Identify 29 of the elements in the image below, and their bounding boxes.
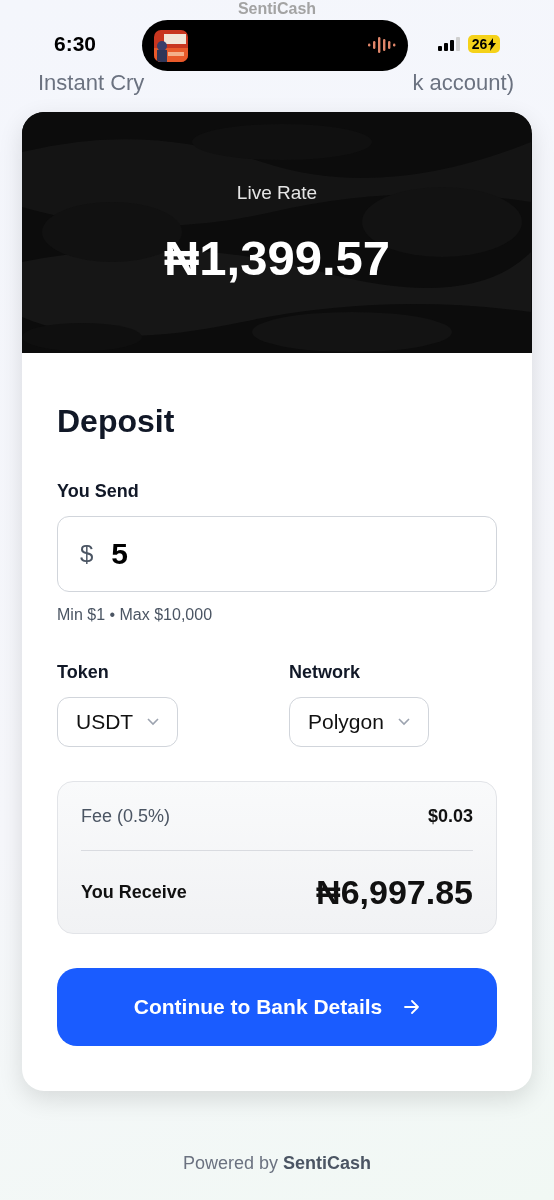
app-title: SentiCash xyxy=(236,0,318,18)
field-label: You Send xyxy=(57,481,140,502)
signal-icon xyxy=(438,37,462,51)
dropdown[interactable]: USDT xyxy=(57,697,179,747)
rate-value: ₦1,399.57 xyxy=(162,230,392,286)
fee-label: Fee (0.5%) xyxy=(81,805,171,827)
footer-text: Powered by SentiCash xyxy=(182,1153,372,1173)
fee-value: $0.03 xyxy=(427,805,473,827)
currency-label: $ xyxy=(80,540,94,568)
bolt-icon xyxy=(488,37,497,51)
battery-indicator: 26 xyxy=(468,35,500,53)
chevron-down-icon xyxy=(147,718,160,726)
continue-button[interactable]: Continue to Bank Details xyxy=(57,968,497,1046)
field-label: Token xyxy=(57,662,110,683)
rate-label: Live Rate xyxy=(235,182,319,204)
amount-value: 5 xyxy=(111,537,129,571)
amount-field[interactable]: $ 5 xyxy=(57,516,497,592)
section-title: Deposit xyxy=(57,402,176,441)
receive-label: You Receive xyxy=(81,881,187,903)
arrow-right-icon xyxy=(404,1000,421,1014)
waveform-icon xyxy=(368,37,396,53)
receive-amount: ₦6,997.85 xyxy=(316,872,473,912)
dropdown[interactable]: Polygon xyxy=(289,697,429,747)
subtitle-text: Instant Cry xyxy=(38,70,145,96)
status-time: 6:30 xyxy=(54,32,97,56)
field-label: Network xyxy=(289,662,361,683)
chevron-down-icon xyxy=(397,718,410,726)
subtitle-text: k account) xyxy=(412,70,514,96)
limits-text: Min $1 • Max $10,000 xyxy=(57,606,214,624)
